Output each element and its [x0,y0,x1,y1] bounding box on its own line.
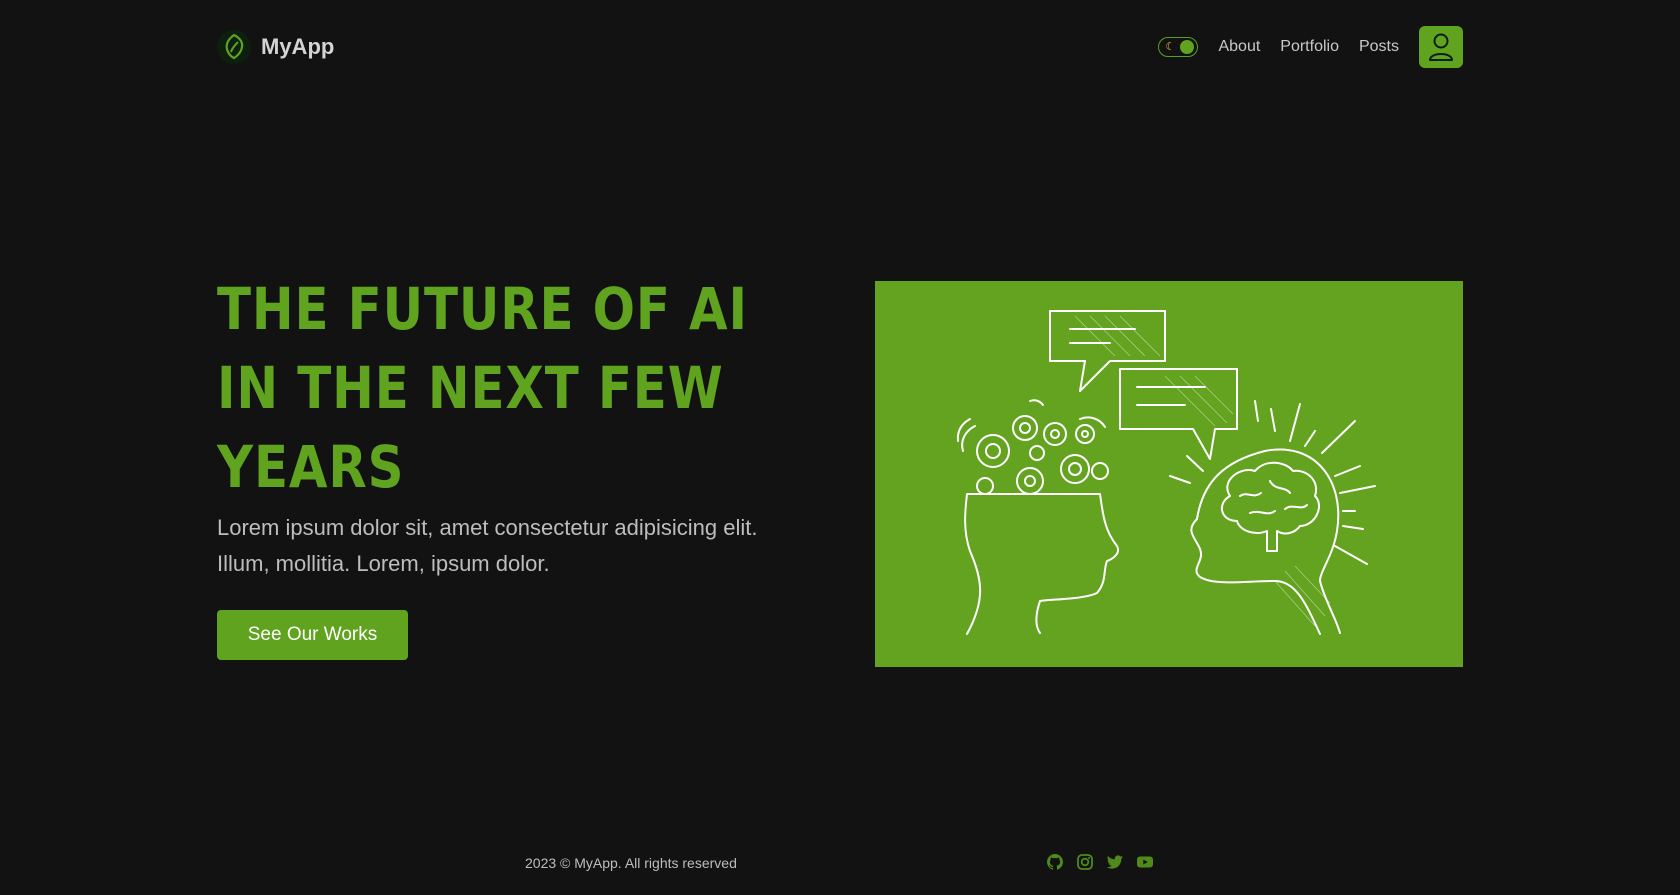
hero-description: Lorem ipsum dolor sit, amet consectetur … [217,515,758,576]
hero-illustration [875,281,1463,667]
youtube-icon[interactable] [1136,853,1154,871]
user-icon [1429,33,1453,61]
brand-name: MyApp [261,34,335,59]
page: MyApp ☾ About Portfolio Posts THE FUTURE… [0,0,1680,895]
theme-toggle[interactable]: ☾ [1158,37,1199,57]
main-nav: ☾ About Portfolio Posts [1158,26,1463,68]
hero-title-line: YEARS [217,433,405,501]
toggle-knob [1180,40,1195,54]
hero-title-line: IN THE NEXT FEW [217,354,724,422]
user-account-button[interactable] [1419,26,1463,68]
twitter-icon[interactable] [1106,853,1124,871]
moon-icon: ☾ [1165,40,1176,53]
leaf-logo-icon [217,30,251,64]
nav-link-about[interactable]: About [1218,38,1260,56]
nav-link-portfolio[interactable]: Portfolio [1280,38,1339,56]
github-icon[interactable] [1046,853,1064,871]
hero-title-line: THE FUTURE OF AI [217,275,748,343]
hero-title: THE FUTURE OF AI IN THE NEXT FEW YEARS [217,270,748,507]
site-header: MyApp ☾ About Portfolio Posts [217,25,1463,69]
social-links [1046,853,1154,871]
brand-link[interactable]: MyApp [217,30,334,64]
nav-link-posts[interactable]: Posts [1359,38,1399,56]
instagram-icon[interactable] [1076,853,1094,871]
footer-copyright: 2023 © MyApp. All rights reserved [525,855,737,871]
see-our-works-button[interactable]: See Our Works [217,610,408,660]
